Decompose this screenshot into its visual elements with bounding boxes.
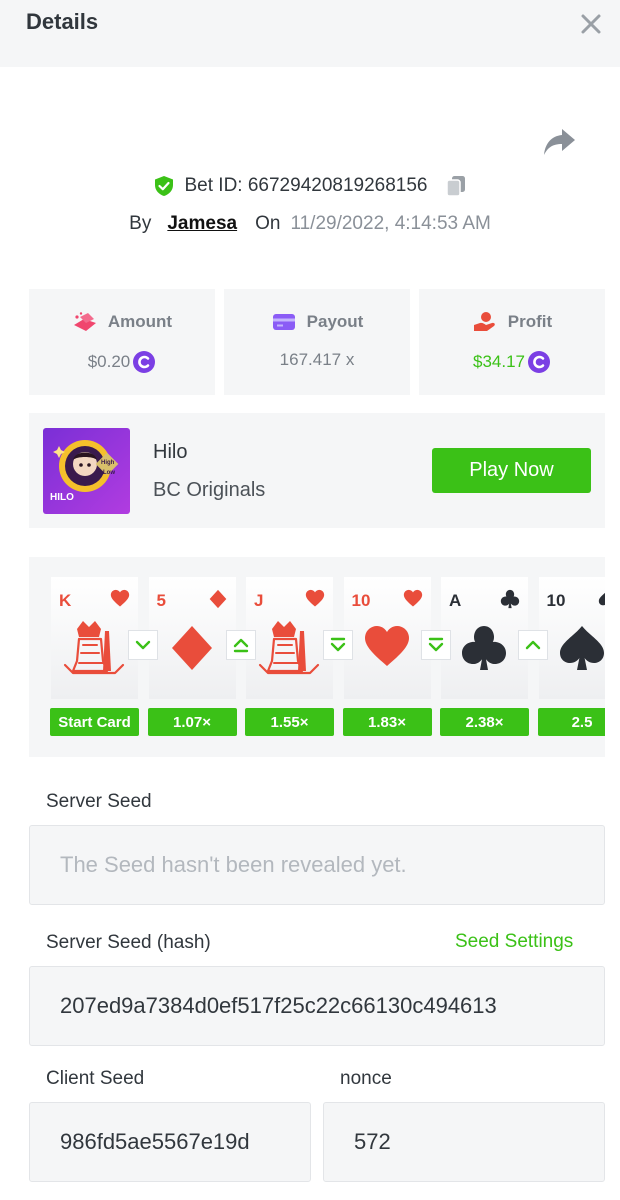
- profit-stat: Profit $34.17: [419, 289, 605, 395]
- thumb-logo-text: HILO: [50, 492, 74, 503]
- card-10-spade: 10: [538, 577, 605, 699]
- seed-settings-link[interactable]: Seed Settings: [455, 931, 573, 953]
- amount-label: Amount: [107, 312, 173, 331]
- server-seed-label: Server Seed: [46, 791, 152, 812]
- by-label: By: [129, 213, 152, 234]
- card-rank: J: [254, 591, 264, 610]
- card-multiplier: 2.5: [537, 708, 605, 736]
- thumb-badge-top: High: [101, 460, 115, 466]
- bet-author-row: By Jamesa On 11/29/2022, 4:14:53 AM: [0, 210, 620, 238]
- close-icon[interactable]: [578, 11, 604, 37]
- server-seed-hash-label: Server Seed (hash): [46, 932, 211, 953]
- game-thumbnail[interactable]: High Low HILO: [43, 428, 130, 514]
- guess-lower-or-same-icon: [330, 637, 346, 652]
- guess-higher-or-same: [225, 630, 256, 660]
- card-rank: K: [59, 591, 72, 610]
- guess-lower-or-same-icon: [428, 637, 443, 652]
- profit-label: Profit: [507, 312, 553, 331]
- heart-suit-icon: [110, 589, 130, 607]
- client-seed-field[interactable]: 986fd5ae5567e19d: [29, 1102, 311, 1182]
- amount-value: $0.20: [87, 352, 131, 371]
- card-multiplier: 1.07×: [147, 708, 237, 736]
- payout-label: Payout: [306, 312, 364, 331]
- verified-shield-icon: [154, 176, 173, 196]
- bet-id-row: Bet ID: 66729420819268156: [0, 172, 620, 200]
- payout-card-icon: [272, 314, 295, 330]
- card-rank: 5: [156, 591, 166, 610]
- card-history-panel: K Start Card 5 1.07× J 1.55× 10 1.83× A 2.38× 10 2.…: [29, 557, 605, 757]
- currency-coin-icon: [133, 351, 156, 373]
- card-multiplier: 1.55×: [245, 708, 334, 736]
- guess-lower-icon: [135, 640, 151, 650]
- server-seed-hash-field[interactable]: 207ed9a7384d0ef517f25c22c66130c494613: [29, 966, 605, 1046]
- card-a-club: A: [441, 577, 528, 699]
- guess-lower-or-same: [420, 630, 451, 660]
- payout-value: 167.417 x: [279, 350, 355, 369]
- game-name: Hilo: [153, 441, 188, 463]
- guess-lower-or-same: [323, 630, 353, 660]
- guess-higher-or-same-icon: [233, 638, 248, 653]
- profit-hand-icon: [473, 312, 495, 331]
- card-k-heart: K: [51, 577, 138, 699]
- nonce-label: nonce: [340, 1068, 392, 1089]
- server-seed-field[interactable]: The Seed hasn't been revealed yet.: [29, 825, 605, 905]
- guess-higher-icon: [525, 640, 541, 650]
- profit-value: $34.17: [473, 352, 525, 371]
- card-multiplier: 2.38×: [440, 708, 529, 736]
- play-now-button[interactable]: Play Now: [432, 448, 591, 493]
- currency-coin-icon: [528, 351, 550, 373]
- card-history-track[interactable]: K Start Card 5 1.07× J 1.55× 10 1.83× A 2.38× 10 2.…: [29, 557, 605, 757]
- heart-suit-icon: [305, 589, 325, 607]
- spade-suit-icon: [598, 592, 605, 606]
- card-j-heart: J: [246, 577, 333, 699]
- heart-suit-icon: [364, 626, 409, 666]
- card-10-heart: 10: [343, 577, 431, 699]
- club-suit-icon: [500, 589, 520, 609]
- heart-suit-icon: [403, 589, 422, 607]
- card-multiplier: Start Card: [50, 708, 139, 736]
- share-icon[interactable]: [542, 126, 576, 158]
- bet-amount-icon: [73, 312, 96, 331]
- copy-icon[interactable]: [444, 174, 468, 198]
- details-header: Details: [0, 0, 620, 67]
- amount-stat: Amount $0.20: [29, 289, 215, 395]
- guess-higher: [518, 630, 548, 660]
- face-card-art-icon: [258, 621, 320, 675]
- face-card-art-icon: [63, 621, 125, 675]
- card-rank: 10: [546, 591, 566, 610]
- game-provider: BC Originals: [153, 479, 266, 501]
- nonce-field[interactable]: 572: [323, 1102, 605, 1182]
- bet-date: 11/29/2022, 4:14:53 AM: [290, 213, 491, 234]
- card-rank: A: [449, 591, 462, 610]
- client-seed-label: Client Seed: [46, 1068, 145, 1089]
- bet-id: Bet ID: 66729420819268156: [184, 175, 428, 196]
- thumb-badge-bottom: Low: [103, 470, 115, 476]
- spade-suit-icon: [559, 626, 604, 670]
- card-rank: 10: [351, 591, 371, 610]
- diamond-suit-icon: [171, 626, 212, 670]
- page-title: Details: [26, 9, 99, 34]
- on-label: On: [255, 213, 281, 234]
- diamond-suit-icon: [209, 589, 226, 609]
- game-card: High Low HILO Hilo BC Originals Play Now: [29, 413, 605, 528]
- payout-stat: Payout 167.417 x: [224, 289, 410, 395]
- card-5-diamond: 5: [148, 577, 236, 699]
- card-multiplier: 1.83×: [342, 708, 432, 736]
- username-link[interactable]: Jamesa: [167, 213, 237, 235]
- guess-lower: [128, 630, 158, 660]
- club-suit-icon: [462, 626, 506, 670]
